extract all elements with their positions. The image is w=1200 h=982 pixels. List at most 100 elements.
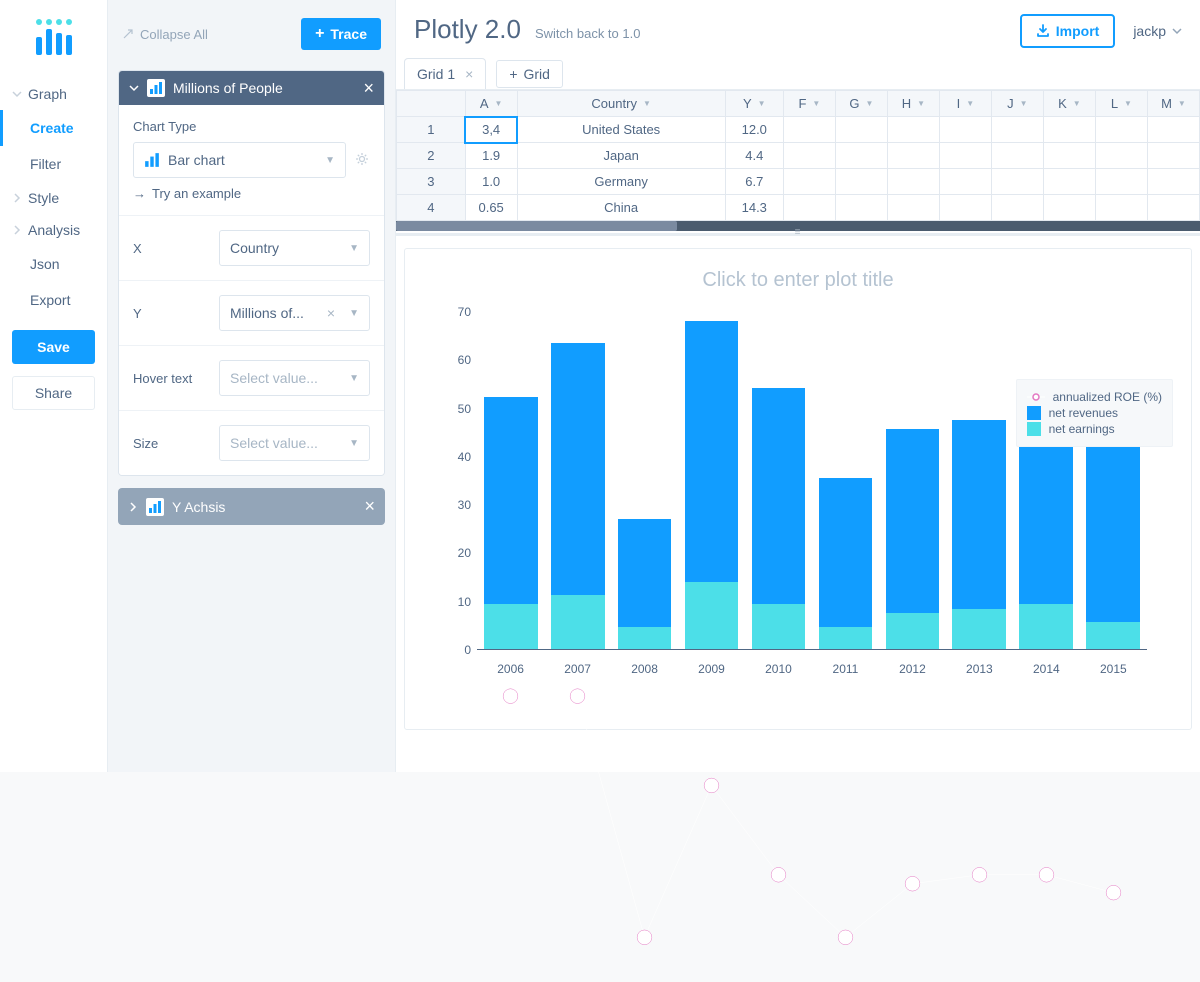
cell[interactable] <box>783 117 835 143</box>
close-icon[interactable]: × <box>364 496 375 517</box>
column-header[interactable]: J▼ <box>991 91 1043 117</box>
cell[interactable] <box>1043 195 1095 221</box>
share-button[interactable]: Share <box>12 376 95 410</box>
nav-export[interactable]: Export <box>0 282 107 318</box>
hover-text-select[interactable]: Select value... ▼ <box>219 360 370 396</box>
close-icon[interactable]: × <box>465 66 473 82</box>
row-number[interactable]: 4 <box>397 195 466 221</box>
row-number[interactable]: 3 <box>397 169 466 195</box>
cell[interactable] <box>1095 195 1147 221</box>
cell[interactable] <box>887 195 939 221</box>
bar[interactable] <box>618 312 672 649</box>
cell[interactable] <box>887 143 939 169</box>
cell[interactable] <box>991 143 1043 169</box>
nav-graph[interactable]: Graph <box>0 78 107 110</box>
bar[interactable] <box>1019 312 1073 649</box>
cell[interactable] <box>1043 117 1095 143</box>
bar[interactable] <box>886 312 940 649</box>
row-number[interactable]: 2 <box>397 143 466 169</box>
column-header[interactable]: Country▼ <box>517 91 725 117</box>
column-header[interactable]: L▼ <box>1095 91 1147 117</box>
cell[interactable]: 1.0 <box>465 169 517 195</box>
cell[interactable] <box>835 169 887 195</box>
legend-item-earnings[interactable]: net earnings <box>1027 422 1162 436</box>
cell[interactable] <box>1147 169 1199 195</box>
cell[interactable] <box>1147 143 1199 169</box>
cell[interactable] <box>783 169 835 195</box>
cell[interactable]: Japan <box>517 143 725 169</box>
cell[interactable] <box>939 195 991 221</box>
column-header[interactable]: I▼ <box>939 91 991 117</box>
cell[interactable] <box>1095 117 1147 143</box>
cell[interactable] <box>939 169 991 195</box>
cell[interactable]: 1.9 <box>465 143 517 169</box>
table-row[interactable]: 21.9Japan4.4 <box>397 143 1200 169</box>
cell[interactable] <box>1147 195 1199 221</box>
cell[interactable] <box>1147 117 1199 143</box>
size-select[interactable]: Select value... ▼ <box>219 425 370 461</box>
cell[interactable]: China <box>517 195 725 221</box>
bar[interactable] <box>952 312 1006 649</box>
cell[interactable]: 6.7 <box>725 169 783 195</box>
cell[interactable] <box>1043 169 1095 195</box>
import-button[interactable]: Import <box>1020 14 1116 48</box>
cell[interactable] <box>783 143 835 169</box>
corner-cell[interactable] <box>397 91 466 117</box>
cell[interactable]: Germany <box>517 169 725 195</box>
trace-panel-2[interactable]: Y Achsis × <box>118 488 385 525</box>
legend-item-revenues[interactable]: net revenues <box>1027 406 1162 420</box>
column-header[interactable]: G▼ <box>835 91 887 117</box>
cell[interactable] <box>1095 143 1147 169</box>
column-header[interactable]: H▼ <box>887 91 939 117</box>
cell[interactable]: 12.0 <box>725 117 783 143</box>
chart-type-select[interactable]: Bar chart ▼ <box>133 142 346 178</box>
column-header[interactable]: Y▼ <box>725 91 783 117</box>
bar[interactable] <box>484 312 538 649</box>
cell[interactable] <box>887 169 939 195</box>
table-row[interactable]: 13,4United States12.0 <box>397 117 1200 143</box>
nav-create[interactable]: Create <box>0 110 107 146</box>
add-grid-button[interactable]: + Grid <box>496 60 563 88</box>
clear-icon[interactable]: × <box>327 305 335 321</box>
splitter-handle[interactable]: ≡ <box>396 233 1200 236</box>
nav-style[interactable]: Style <box>0 182 107 214</box>
table-row[interactable]: 31.0Germany6.7 <box>397 169 1200 195</box>
cell[interactable] <box>835 117 887 143</box>
column-header[interactable]: M▼ <box>1147 91 1199 117</box>
bar[interactable] <box>685 312 739 649</box>
cell[interactable]: 0.65 <box>465 195 517 221</box>
data-grid[interactable]: A▼Country▼Y▼F▼G▼H▼I▼J▼K▼L▼M▼ 13,4United … <box>396 90 1200 221</box>
y-axis-select[interactable]: Millions of... × ▼ <box>219 295 370 331</box>
gear-icon[interactable] <box>354 151 370 170</box>
row-number[interactable]: 1 <box>397 117 466 143</box>
nav-json[interactable]: Json <box>0 246 107 282</box>
cell[interactable] <box>991 169 1043 195</box>
bar[interactable] <box>551 312 605 649</box>
cell[interactable]: 14.3 <box>725 195 783 221</box>
chart-legend[interactable]: annualized ROE (%) net revenues net earn… <box>1016 379 1173 447</box>
chart-title-input[interactable]: Click to enter plot title <box>419 261 1177 312</box>
add-trace-button[interactable]: + Trace <box>301 18 381 50</box>
user-menu[interactable]: jackp <box>1133 23 1182 39</box>
chart-canvas[interactable]: Click to enter plot title 70605040302010… <box>404 248 1192 730</box>
legend-item-roe[interactable]: annualized ROE (%) <box>1027 390 1162 404</box>
nav-analysis[interactable]: Analysis <box>0 214 107 246</box>
switch-version-link[interactable]: Switch back to 1.0 <box>535 26 641 41</box>
cell[interactable] <box>835 195 887 221</box>
cell[interactable] <box>1095 169 1147 195</box>
column-header[interactable]: K▼ <box>1043 91 1095 117</box>
tab-grid-1[interactable]: Grid 1 × <box>404 58 486 89</box>
column-header[interactable]: F▼ <box>783 91 835 117</box>
save-button[interactable]: Save <box>12 330 95 364</box>
bar[interactable] <box>752 312 806 649</box>
cell[interactable] <box>1043 143 1095 169</box>
x-axis-select[interactable]: Country ▼ <box>219 230 370 266</box>
cell[interactable] <box>887 117 939 143</box>
column-header[interactable]: A▼ <box>465 91 517 117</box>
cell[interactable] <box>939 117 991 143</box>
cell[interactable] <box>991 195 1043 221</box>
cell[interactable]: 4.4 <box>725 143 783 169</box>
try-example-link[interactable]: → Try an example <box>133 186 370 201</box>
bar[interactable] <box>819 312 873 649</box>
nav-filter[interactable]: Filter <box>0 146 107 182</box>
